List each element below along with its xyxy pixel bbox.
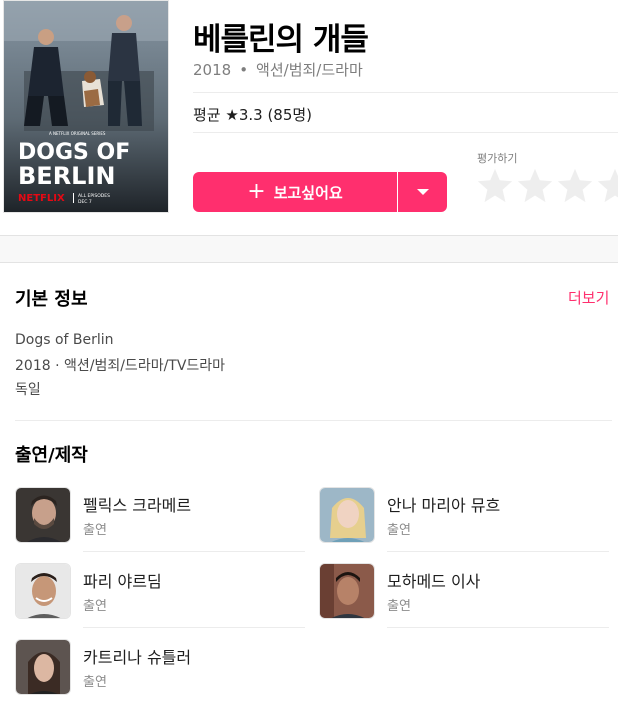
- cast-name: 모하메드 이사: [387, 572, 481, 591]
- cast-name: 카트리나 슈틀러: [83, 648, 192, 667]
- movie-year: 2018: [193, 61, 232, 79]
- cast-role: 출연: [83, 599, 107, 614]
- cast-item[interactable]: 파리 야르딤 출연: [15, 563, 305, 628]
- avatar: [319, 487, 375, 543]
- divider: [83, 627, 305, 628]
- cast-item[interactable]: 카트리나 슈틀러 출연: [15, 639, 305, 701]
- divider: [387, 551, 609, 552]
- star-rating-input[interactable]: [476, 166, 618, 204]
- divider: [387, 627, 609, 628]
- star-icon[interactable]: [476, 166, 514, 204]
- cast-item[interactable]: 모하메드 이사 출연: [319, 563, 609, 628]
- avatar: [319, 563, 375, 619]
- movie-meta: 2018 • 액션/범죄/드라마: [193, 59, 363, 80]
- movie-genre: 액션/범죄/드라마: [256, 61, 363, 79]
- poster-series-label: A NETFLIX ORIGINAL SERIES: [49, 131, 106, 136]
- meta-separator: •: [239, 61, 249, 79]
- divider: [83, 551, 305, 552]
- section-gap: [0, 235, 618, 263]
- cast-name: 안나 마리아 뮤흐: [387, 496, 501, 515]
- cast-item[interactable]: 안나 마리아 뮤흐 출연: [319, 487, 609, 552]
- poster-date: DEC 7: [78, 199, 92, 205]
- info-country: 독일: [15, 382, 41, 398]
- movie-poster[interactable]: A NETFLIX ORIGINAL SERIES DOGS OF BERLIN…: [3, 0, 169, 213]
- plus-icon: +: [247, 179, 266, 204]
- cast-role: 출연: [387, 523, 411, 538]
- cast-item[interactable]: 펠릭스 크라메르 출연: [15, 487, 305, 552]
- divider: [193, 132, 618, 133]
- avatar: [15, 487, 71, 543]
- star-icon[interactable]: [596, 166, 618, 204]
- want-to-watch-button[interactable]: + 보고싶어요: [193, 172, 397, 212]
- cast-role: 출연: [83, 523, 107, 538]
- divider: [15, 420, 612, 421]
- star-icon[interactable]: [516, 166, 554, 204]
- cast-role: 출연: [83, 675, 107, 690]
- poster-brand: NETFLIX: [18, 193, 65, 204]
- more-link[interactable]: 더보기: [568, 287, 609, 308]
- basic-info-title: 기본 정보: [15, 289, 88, 310]
- avatar: [15, 639, 71, 695]
- caret-down-icon: [416, 189, 429, 195]
- poster-title-line2: BERLIN: [18, 162, 115, 190]
- movie-title: 베를린의 개들: [193, 22, 369, 58]
- want-to-watch-dropdown-button[interactable]: [398, 172, 447, 212]
- cast-title: 출연/제작: [15, 445, 88, 466]
- info-details: 2018 · 액션/범죄/드라마/TV드라마: [15, 358, 226, 374]
- cast-role: 출연: [387, 599, 411, 614]
- rate-label: 평가하기: [477, 152, 518, 165]
- movie-header: A NETFLIX ORIGINAL SERIES DOGS OF BERLIN…: [0, 0, 618, 236]
- avatar: [15, 563, 71, 619]
- average-rating: 평균 ★3.3 (85명): [193, 106, 313, 124]
- cast-name: 펠릭스 크라메르: [83, 496, 192, 515]
- want-to-watch-label: 보고싶어요: [273, 183, 343, 202]
- divider: [193, 92, 618, 93]
- original-title: Dogs of Berlin: [15, 332, 114, 348]
- poster-tagline: ALL EPISODES: [78, 193, 110, 199]
- cast-name: 파리 야르딤: [83, 572, 162, 591]
- star-icon[interactable]: [556, 166, 594, 204]
